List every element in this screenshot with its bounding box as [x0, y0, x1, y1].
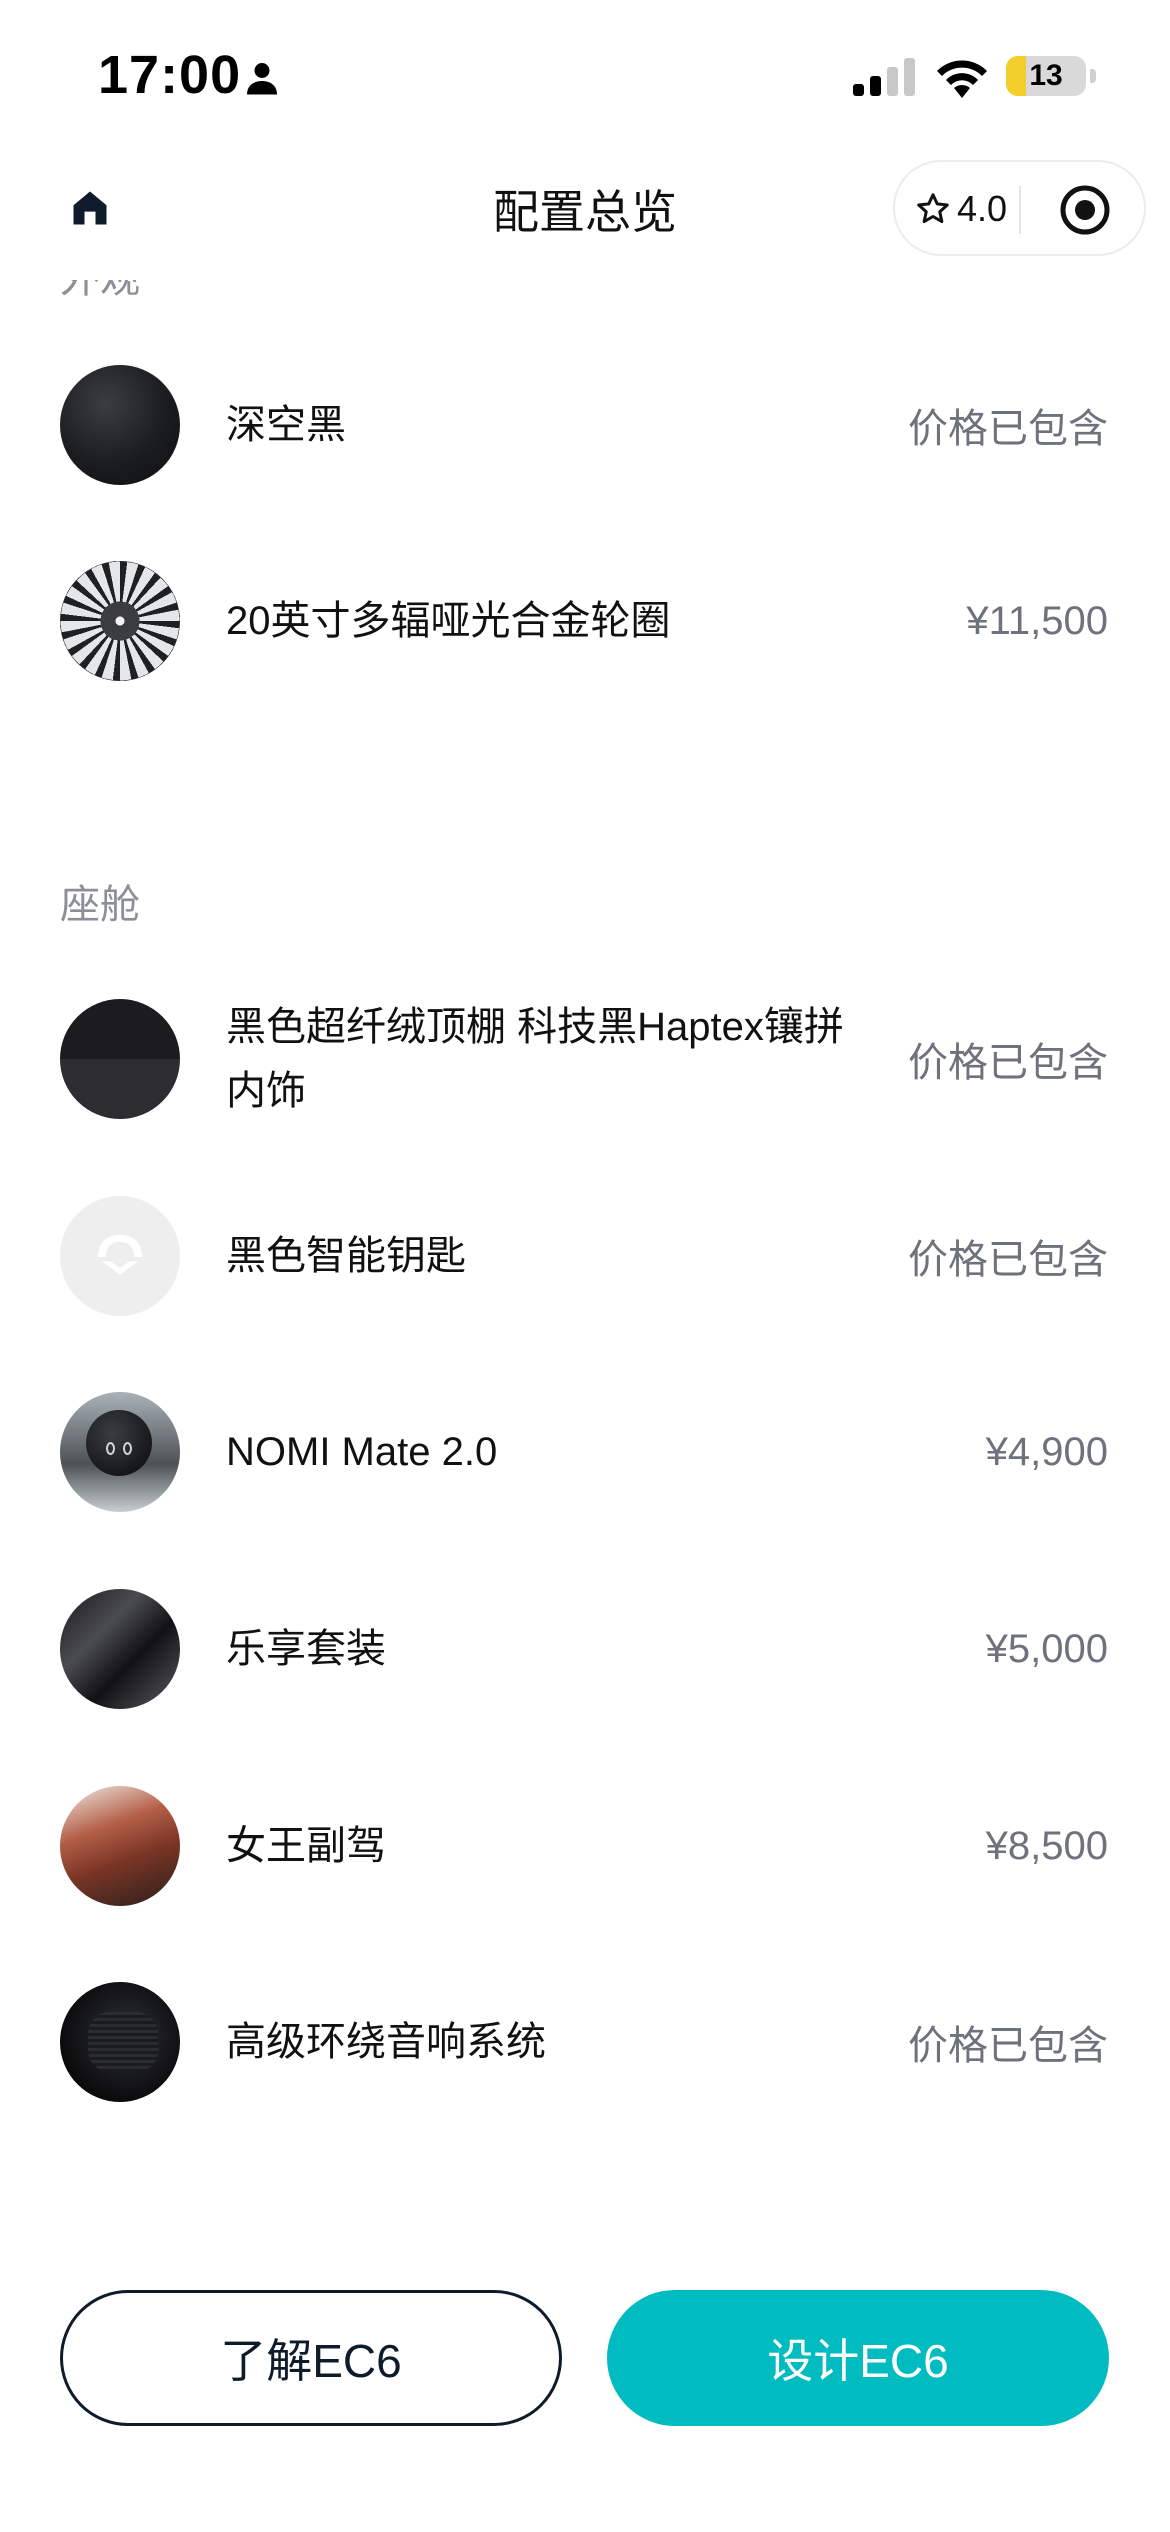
battery-cap: [1090, 69, 1096, 83]
item-price: 价格已包含: [908, 2024, 1108, 2068]
key-thumbnail: [60, 1196, 180, 1316]
nomi-eye: [123, 1442, 132, 1455]
speaker-grill: [88, 2012, 158, 2072]
nomi-thumbnail: [60, 1392, 180, 1512]
list-item-wheels[interactable]: 20英寸多辐哑光合金轮圈 ¥11,500: [0, 546, 1170, 696]
queen-seat-thumbnail: [60, 1786, 180, 1906]
list-item-smart-key[interactable]: 黑色智能钥匙 价格已包含: [0, 1181, 1170, 1331]
rating-button[interactable]: 4.0: [915, 186, 1007, 232]
list-item-audio-system[interactable]: 高级环绕音响系统 价格已包含: [0, 1967, 1170, 2117]
item-name: 黑色智能钥匙: [226, 1234, 466, 1278]
design-ec6-button[interactable]: 设计EC6: [607, 2290, 1109, 2426]
paint-swatch-thumbnail: [60, 365, 180, 485]
item-name: 高级环绕音响系统: [226, 2020, 546, 2064]
item-name: 深空黑: [226, 403, 346, 447]
battery-icon: 13: [1006, 56, 1086, 96]
section-title-cabin: 座舱: [60, 883, 140, 927]
cellular-signal-icon: [853, 58, 915, 96]
status-bar: 17:00 13: [0, 0, 1170, 150]
person-icon: [247, 63, 277, 95]
item-price: ¥11,500: [966, 598, 1108, 643]
learn-ec6-button[interactable]: 了解EC6: [60, 2290, 562, 2426]
item-name: 女王副驾: [226, 1824, 386, 1868]
star-icon: [917, 193, 949, 224]
item-name: 乐享套装: [226, 1627, 386, 1671]
wifi-icon: [937, 60, 987, 98]
nomi-eye: [106, 1442, 115, 1455]
speaker-thumbnail: [60, 1982, 180, 2102]
item-name: NOMI Mate 2.0: [226, 1430, 498, 1474]
item-name: 20英寸多辐哑光合金轮圈: [226, 599, 671, 643]
target-icon[interactable]: [1059, 184, 1111, 236]
interior-thumbnail: [60, 999, 180, 1119]
rating-value: 4.0: [957, 188, 1008, 229]
section-title-exterior: 外观: [60, 280, 140, 304]
item-name: 黑色超纤绒顶棚 科技黑Haptex镶拼内饰: [226, 1005, 844, 1113]
config-list[interactable]: 外观 深空黑 价格已包含 20英寸多辐哑光合金轮圈 ¥11,500 座舱 黑色超…: [0, 280, 1170, 2280]
nav-bar: 配置总览 4.0: [0, 150, 1170, 280]
list-item-queen-seat[interactable]: 女王副驾 ¥8,500: [0, 1771, 1170, 1921]
wheel-thumbnail: [60, 561, 180, 681]
battery-text: 13: [1029, 59, 1063, 92]
item-price: 价格已包含: [908, 1041, 1108, 1085]
config-overview-screen: 17:00 13 配置总览 4.0 深空黑 价格已包含 20英寸多辐哑光合金轮圈…: [0, 0, 1170, 2532]
mini-program-capsule: 4.0: [893, 160, 1146, 256]
item-price: 价格已包含: [908, 1238, 1108, 1282]
wheel-hub: [104, 605, 136, 637]
list-item-comfort-package[interactable]: 乐享套装 ¥5,000: [0, 1574, 1170, 1724]
list-item-interior[interactable]: 黑色超纤绒顶棚 科技黑Haptex镶拼内饰 价格已包含: [0, 984, 1170, 1134]
item-price: ¥8,500: [985, 1823, 1108, 1868]
item-price: ¥5,000: [985, 1626, 1108, 1671]
seat-thumbnail: [60, 1589, 180, 1709]
item-price: 价格已包含: [908, 407, 1108, 451]
item-price: ¥4,900: [985, 1429, 1108, 1474]
status-time: 17:00: [98, 45, 242, 105]
list-item-deep-space-black[interactable]: 深空黑 价格已包含: [0, 350, 1170, 500]
list-item-nomi-mate[interactable]: NOMI Mate 2.0 ¥4,900: [0, 1377, 1170, 1527]
nio-logo-icon: [98, 1235, 142, 1275]
nomi-ball: [86, 1410, 152, 1476]
capsule-divider: [1019, 186, 1021, 234]
